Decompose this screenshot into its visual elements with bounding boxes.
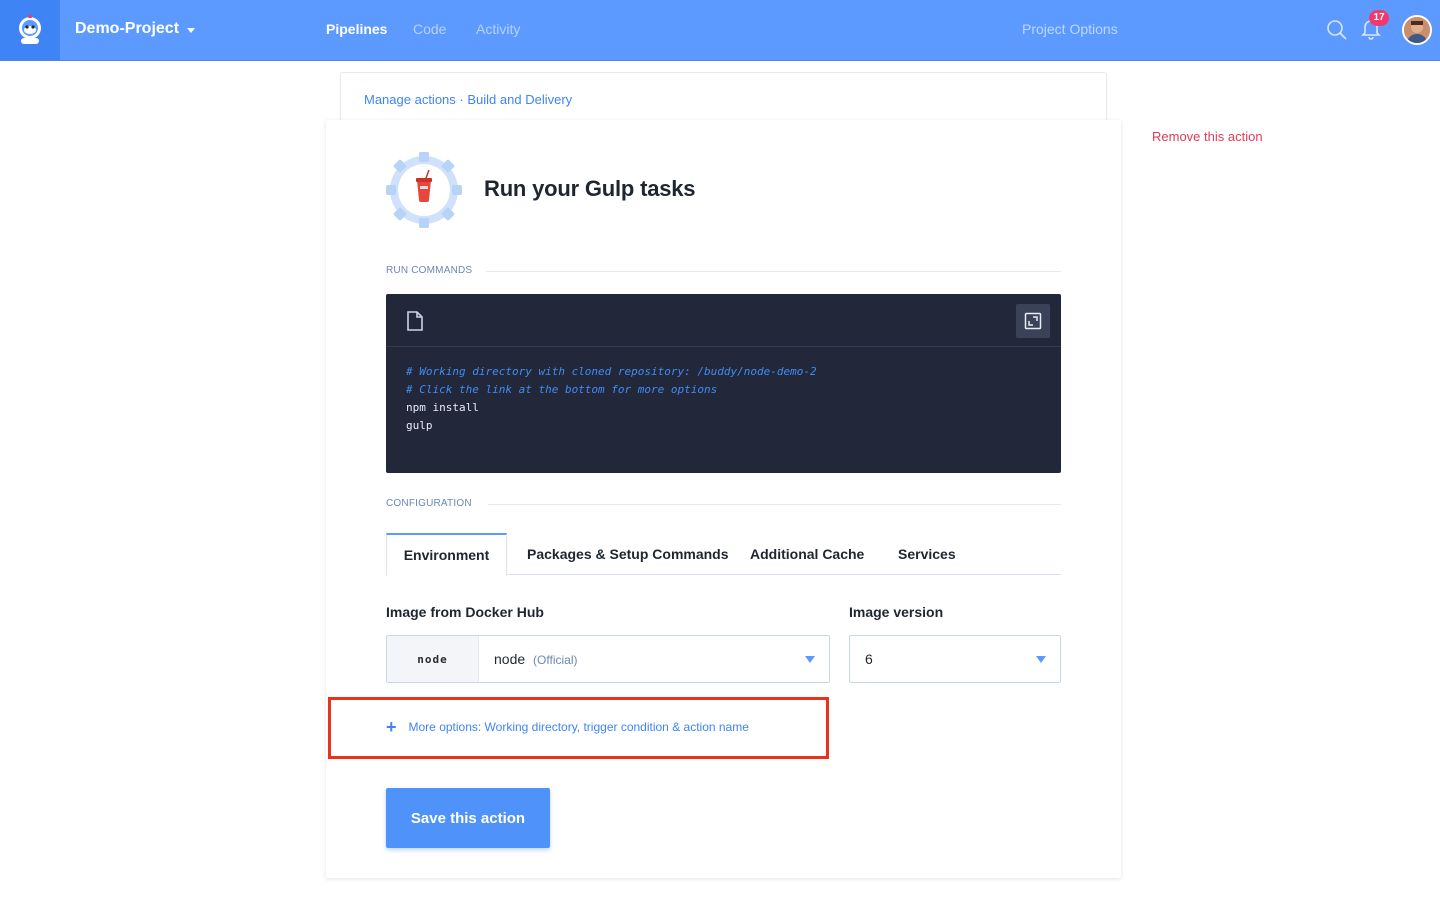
notification-badge: 17 [1369, 10, 1389, 26]
configuration-label: CONFIGURATION [386, 498, 472, 509]
page-title: Run your Gulp tasks [484, 176, 696, 201]
gulp-gear-icon [386, 152, 462, 228]
code-line: # Click the link at the bottom for more … [406, 383, 718, 396]
nav-pipelines[interactable]: Pipelines [326, 21, 387, 37]
config-tabs: Environment Packages & Setup Commands Ad… [386, 533, 1061, 576]
run-commands-label: RUN COMMANDS [386, 265, 473, 276]
save-button[interactable]: Save this action [386, 788, 550, 848]
project-switcher[interactable]: Demo-Project [75, 20, 196, 38]
more-options-link[interactable]: + More options: Working directory, trigg… [386, 717, 749, 737]
nav-activity[interactable]: Activity [476, 21, 520, 37]
tab-additional-cache[interactable]: Additional Cache [750, 533, 864, 575]
chevron-down-icon [1036, 656, 1046, 663]
chevron-down-icon [187, 27, 196, 33]
editor-toolbar [386, 294, 1061, 347]
image-field-label: Image from Docker Hub [386, 604, 544, 620]
breadcrumb-separator: · [459, 92, 464, 107]
top-bar: Demo-Project Pipelines Code Activity Pro… [0, 0, 1440, 61]
image-value: node (Official) [494, 651, 578, 667]
version-field-label: Image version [849, 604, 944, 620]
version-value: 6 [865, 651, 873, 667]
tab-services[interactable]: Services [898, 533, 956, 575]
image-name: node [494, 651, 526, 667]
remove-action-link[interactable]: Remove this action [1152, 129, 1263, 144]
project-options-link[interactable]: Project Options [1022, 21, 1118, 37]
nav-code[interactable]: Code [413, 21, 446, 37]
breadcrumb: Manage actions · Build and Delivery [364, 92, 572, 107]
avatar[interactable] [1402, 15, 1432, 45]
search-icon[interactable] [1326, 19, 1348, 46]
tab-environment[interactable]: Environment [386, 533, 507, 576]
action-card: Run your Gulp tasks RUN COMMANDS # Worki… [326, 120, 1121, 878]
code-line: gulp [406, 419, 433, 432]
project-name: Demo-Project [75, 20, 180, 37]
divider [488, 504, 1061, 505]
file-icon [406, 311, 424, 336]
code-line: # Working directory with cloned reposito… [406, 365, 817, 378]
breadcrumb-pipeline[interactable]: Build and Delivery [467, 92, 572, 107]
node-logo: node [387, 636, 479, 682]
chevron-down-icon [805, 656, 815, 663]
image-official-tag: (Official) [533, 653, 578, 667]
plus-icon: + [386, 717, 397, 737]
divider [486, 271, 1061, 272]
docker-image-select[interactable]: node node (Official) [386, 635, 830, 683]
expand-icon[interactable] [1016, 304, 1050, 338]
tab-packages[interactable]: Packages & Setup Commands [527, 533, 729, 575]
breadcrumb-manage-actions[interactable]: Manage actions [364, 92, 456, 107]
buddy-logo-icon[interactable] [0, 0, 60, 60]
image-version-select[interactable]: 6 [849, 635, 1061, 683]
more-options-label: More options: Working directory, trigger… [408, 720, 749, 734]
code-content[interactable]: # Working directory with cloned reposito… [406, 363, 817, 435]
breadcrumb-card: Manage actions · Build and Delivery [340, 72, 1107, 126]
code-editor[interactable]: # Working directory with cloned reposito… [386, 294, 1061, 473]
code-line: npm install [406, 401, 479, 414]
